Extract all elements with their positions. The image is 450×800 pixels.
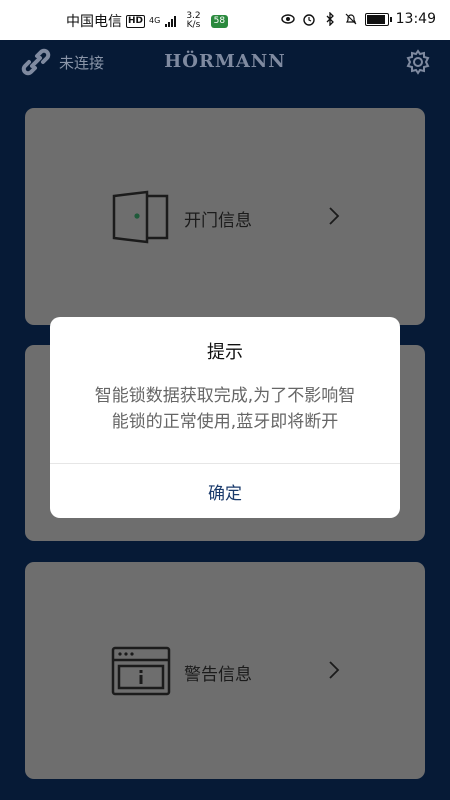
door-icon xyxy=(112,190,169,244)
network-speed: 3.2 K/s xyxy=(186,12,200,30)
mute-bell-icon xyxy=(345,13,357,25)
app-header: 未连接 HÖRMANN xyxy=(0,40,450,84)
signal-icon xyxy=(165,16,177,27)
alarm-icon xyxy=(302,14,315,26)
confirm-button[interactable]: 确定 xyxy=(50,464,400,518)
speed-unit: K/s xyxy=(186,20,201,30)
battery-icon xyxy=(364,12,392,26)
status-right: 13:49 xyxy=(280,11,436,27)
card-warning-info[interactable]: 警告信息 xyxy=(25,562,425,779)
card-door-info[interactable]: 开门信息 xyxy=(25,108,425,325)
warning-window-icon xyxy=(111,646,171,696)
battery-level xyxy=(366,14,386,24)
notification-badge: 58 xyxy=(210,14,229,28)
dialog-title: 提示 xyxy=(207,342,243,363)
card-door-info-label: 开门信息 xyxy=(184,211,252,231)
dialog-message-line2: 能锁的正常使用,蓝牙即将断开 xyxy=(111,412,339,432)
status-bar: 中国电信 HD 4G 3.2 K/s 58 13:49 xyxy=(0,0,450,40)
brand-logo: HÖRMANN xyxy=(164,51,286,72)
clock: 13:49 xyxy=(395,11,436,27)
eye-icon xyxy=(280,14,295,24)
chevron-right-icon xyxy=(329,207,340,225)
gear-icon[interactable] xyxy=(405,49,431,75)
dialog-message: 智能锁数据获取完成,为了不影响智 能锁的正常使用,蓝牙即将断开 xyxy=(60,383,390,435)
carrier-name: 中国电信 xyxy=(66,14,122,30)
status-left: 中国电信 HD 4G 3.2 K/s 58 xyxy=(66,11,229,31)
network-type: 4G xyxy=(149,16,161,25)
dialog-message-line1: 智能锁数据获取完成,为了不影响智 xyxy=(94,386,356,406)
alert-dialog: 提示 智能锁数据获取完成,为了不影响智 能锁的正常使用,蓝牙即将断开 确定 xyxy=(50,317,400,518)
chevron-right-icon xyxy=(329,661,340,679)
bluetooth-icon xyxy=(326,12,334,26)
hd-icon: HD xyxy=(126,14,146,28)
card-warning-info-label: 警告信息 xyxy=(184,665,252,685)
